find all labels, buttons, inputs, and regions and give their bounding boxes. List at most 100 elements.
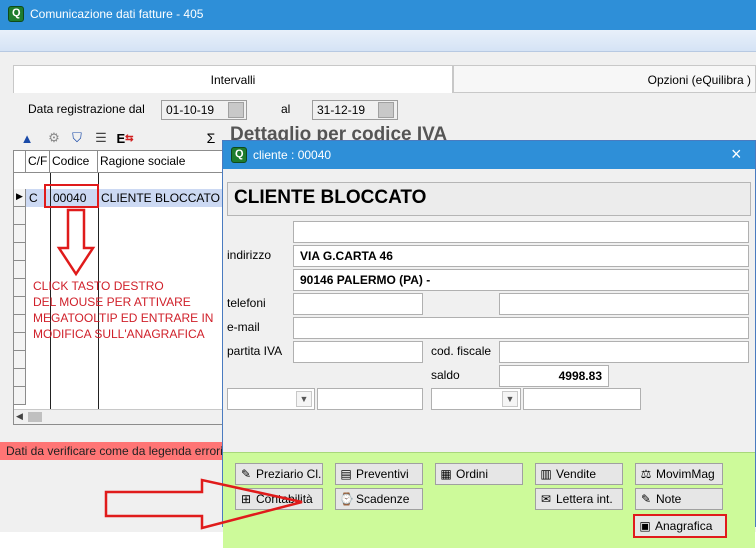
close-icon[interactable]: × — [731, 144, 742, 165]
chevron-down-icon[interactable]: ▼ — [502, 391, 518, 407]
row-selector[interactable] — [14, 351, 26, 369]
column-header-ragione[interactable]: Ragione sociale — [98, 151, 224, 173]
anagrafica-button[interactable]: ▣ Anagrafica — [633, 514, 727, 538]
row-selector[interactable] — [14, 243, 26, 261]
combo-description-field[interactable] — [523, 388, 641, 410]
scadenze-button[interactable]: ⌚ Scadenze — [335, 488, 423, 510]
code-highlight-box — [44, 184, 99, 208]
down-arrow-annotation — [56, 208, 96, 277]
date-from-label: Data registrazione dal — [28, 102, 145, 116]
email-field[interactable] — [293, 317, 749, 339]
tab-opzioni[interactable]: Opzioni (eQuilibra ) — [453, 65, 756, 93]
partita-iva-field[interactable] — [293, 341, 423, 363]
ordini-label: Ordini — [456, 467, 489, 481]
popup-body: CLIENTE BLOCCATO indirizzo VIA G.CARTA 4… — [223, 169, 755, 548]
partita-iva-label: partita IVA — [227, 344, 283, 358]
saldo-field[interactable]: 4998.83 — [499, 365, 609, 387]
phone1-field[interactable] — [293, 293, 423, 315]
app-logo-icon — [8, 6, 24, 22]
popup-titlebar: cliente : 00040 × — [223, 141, 755, 169]
preventivi-button[interactable]: ▤ Preventivi — [335, 463, 423, 485]
note-icon: ✎ — [640, 492, 652, 506]
row-selector[interactable] — [14, 279, 26, 297]
filter-button[interactable]: ⛉ — [66, 128, 88, 148]
row-selector[interactable] — [14, 387, 26, 405]
lettera-button[interactable]: ✉ Lettera int. — [535, 488, 623, 510]
sigma-icon: Σ — [206, 130, 216, 146]
column-header-codice[interactable]: Codice — [50, 151, 98, 173]
list-button[interactable]: ☰ — [90, 128, 112, 148]
tab-intervalli[interactable]: Intervalli — [13, 65, 453, 93]
sum-button[interactable]: Σ — [200, 128, 222, 148]
saldo-label: saldo — [431, 368, 460, 382]
row-selector[interactable] — [14, 315, 26, 333]
combo-description-field[interactable] — [317, 388, 423, 410]
tab-opzioni-label: Opzioni (eQuilibra ) — [647, 73, 751, 87]
row-selector[interactable] — [14, 207, 26, 225]
date-from-value: 01-10-19 — [166, 103, 215, 117]
arrow-up-icon: ▲ — [20, 130, 34, 146]
combo-field[interactable]: ▼ — [431, 388, 521, 410]
combo-field[interactable]: ▼ — [227, 388, 315, 410]
address-line3-field[interactable]: 90146 PALERMO (PA) - — [293, 269, 749, 291]
ribbon-bar — [0, 30, 756, 52]
note-label: Note — [656, 492, 682, 506]
cod-fiscale-field[interactable] — [499, 341, 749, 363]
address-line2-field[interactable]: VIA G.CARTA 46 — [293, 245, 749, 267]
sort-up-button[interactable]: ▲ — [16, 128, 38, 148]
date-to-value: 31-12-19 — [317, 103, 366, 117]
list-icon: ☰ — [95, 130, 107, 145]
row-selector[interactable] — [14, 261, 26, 279]
annotation-line: CLICK TASTO DESTRO — [33, 279, 164, 293]
vendite-label: Vendite — [556, 467, 597, 481]
window-title: Comunicazione dati fatture - 405 — [30, 7, 204, 21]
scrollbar-thumb[interactable] — [28, 412, 42, 422]
annotation-line: DEL MOUSE PER ATTIVARE — [33, 295, 191, 309]
row-selector[interactable]: ▶ — [14, 189, 26, 207]
ordini-button[interactable]: ▦ Ordini — [435, 463, 523, 485]
note-button[interactable]: ✎ Note — [635, 488, 723, 510]
warehouse-icon: ⚖ — [640, 467, 652, 481]
date-to-picker-button[interactable] — [378, 102, 394, 118]
export-arrows-icon: ⇆ — [125, 132, 134, 144]
row-selector[interactable] — [14, 333, 26, 351]
scroll-left-icon[interactable]: ◀ — [16, 411, 23, 422]
phone2-field[interactable] — [499, 293, 749, 315]
tools-button[interactable]: ⚙ — [43, 128, 65, 148]
filter-icon: ⛉ — [72, 130, 82, 145]
row-selector[interactable] — [14, 225, 26, 243]
cod-fiscale-label: cod. fiscale — [431, 344, 492, 358]
scadenze-label: Scadenze — [356, 492, 410, 506]
vendite-button[interactable]: ▥ Vendite — [535, 463, 623, 485]
sales-icon: ▥ — [540, 467, 552, 481]
quote-icon: ▤ — [340, 467, 352, 481]
horizontal-scrollbar[interactable]: ◀ — [14, 409, 222, 424]
export-icon: E — [116, 130, 126, 146]
row-selector[interactable] — [14, 369, 26, 387]
error-status-bar: Dati da verificare come da legenda error… — [0, 442, 223, 460]
tools-icon: ⚙ — [48, 130, 60, 145]
annotation-line: MEGATOOLTIP ED ENTRARE IN — [33, 311, 214, 325]
chevron-down-icon[interactable]: ▼ — [296, 391, 312, 407]
app-logo-icon — [231, 147, 247, 163]
movimmag-label: MovimMag — [656, 467, 715, 481]
annotation-line: MODIFICA SULL'ANAGRAFICA — [33, 327, 205, 341]
movimmag-button[interactable]: ⚖ MovimMag — [635, 463, 723, 485]
row-selector[interactable] — [14, 297, 26, 315]
popup-title: cliente : 00040 — [253, 148, 332, 162]
orders-icon: ▦ — [440, 467, 452, 481]
client-popup: cliente : 00040 × CLIENTE BLOCCATO indir… — [222, 140, 756, 548]
letter-icon: ✉ — [540, 492, 552, 506]
export-button[interactable]: E ⇆ — [114, 128, 136, 148]
registry-icon: ▣ — [639, 519, 651, 533]
preventivi-label: Preventivi — [356, 467, 409, 481]
deadlines-icon: ⌚ — [339, 492, 354, 506]
cell-ragione: CLIENTE BLOCCATO — [101, 191, 220, 205]
date-from-picker-button[interactable] — [228, 102, 244, 118]
telefoni-label: telefoni — [227, 296, 266, 310]
anagrafica-label: Anagrafica — [655, 519, 713, 533]
client-name: CLIENTE BLOCCATO — [227, 182, 751, 216]
address-line1-field[interactable] — [293, 221, 749, 243]
cell-cf: C — [29, 191, 38, 205]
column-header-cf[interactable]: C/F — [26, 151, 50, 173]
